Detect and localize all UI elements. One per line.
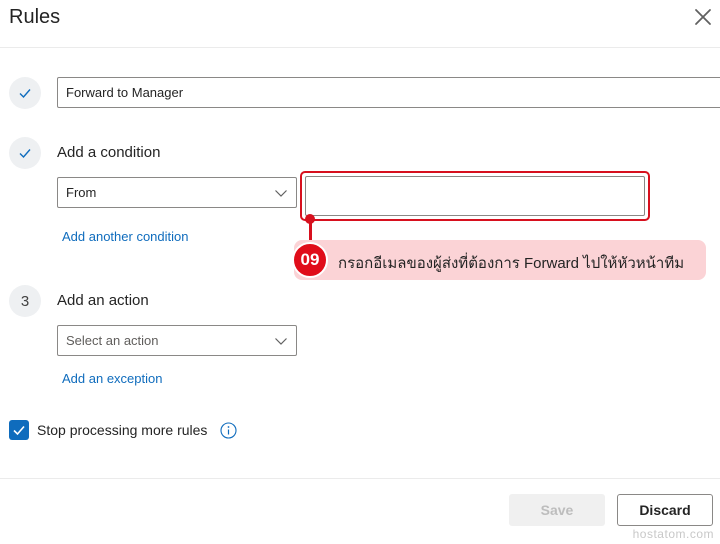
condition-select-value: From: [66, 185, 97, 200]
action-select[interactable]: Select an action: [57, 325, 297, 356]
action-select-placeholder: Select an action: [66, 333, 159, 348]
checkmark-icon: [19, 89, 31, 99]
callout-dot: [305, 214, 315, 224]
stop-processing-label: Stop processing more rules: [37, 422, 208, 438]
discard-button[interactable]: Discard: [617, 494, 713, 526]
step-badge: 09: [292, 242, 328, 278]
checkmark-icon: [13, 425, 25, 436]
info-icon[interactable]: [220, 422, 237, 439]
chevron-down-icon: [275, 189, 287, 197]
rule-name-input[interactable]: Forward to Manager: [57, 77, 720, 108]
close-icon[interactable]: [690, 4, 716, 30]
add-another-condition-link[interactable]: Add another condition: [62, 229, 188, 244]
sender-email-input[interactable]: [305, 176, 645, 216]
checkmark-icon: [19, 149, 31, 159]
watermark: hostatom.com: [632, 527, 714, 541]
step-1-indicator: [9, 77, 41, 109]
add-exception-link[interactable]: Add an exception: [62, 371, 162, 386]
condition-select[interactable]: From: [57, 177, 297, 208]
step-2-indicator: [9, 137, 41, 169]
save-button[interactable]: Save: [509, 494, 605, 526]
rule-name-value: Forward to Manager: [66, 85, 184, 100]
header-divider: [0, 47, 720, 48]
footer-divider: [0, 478, 720, 479]
dialog-title: Rules: [9, 6, 61, 28]
step-3-indicator: 3: [9, 285, 41, 317]
step-3-number: 3: [20, 292, 30, 310]
annotation-text: กรอกอีเมลของผู้ส่งที่ต้องการ Forward ไปใ…: [338, 255, 685, 272]
action-heading: Add an action: [57, 292, 149, 309]
stop-processing-checkbox[interactable]: [9, 420, 29, 440]
condition-heading: Add a condition: [57, 144, 161, 161]
chevron-down-icon: [275, 337, 287, 345]
